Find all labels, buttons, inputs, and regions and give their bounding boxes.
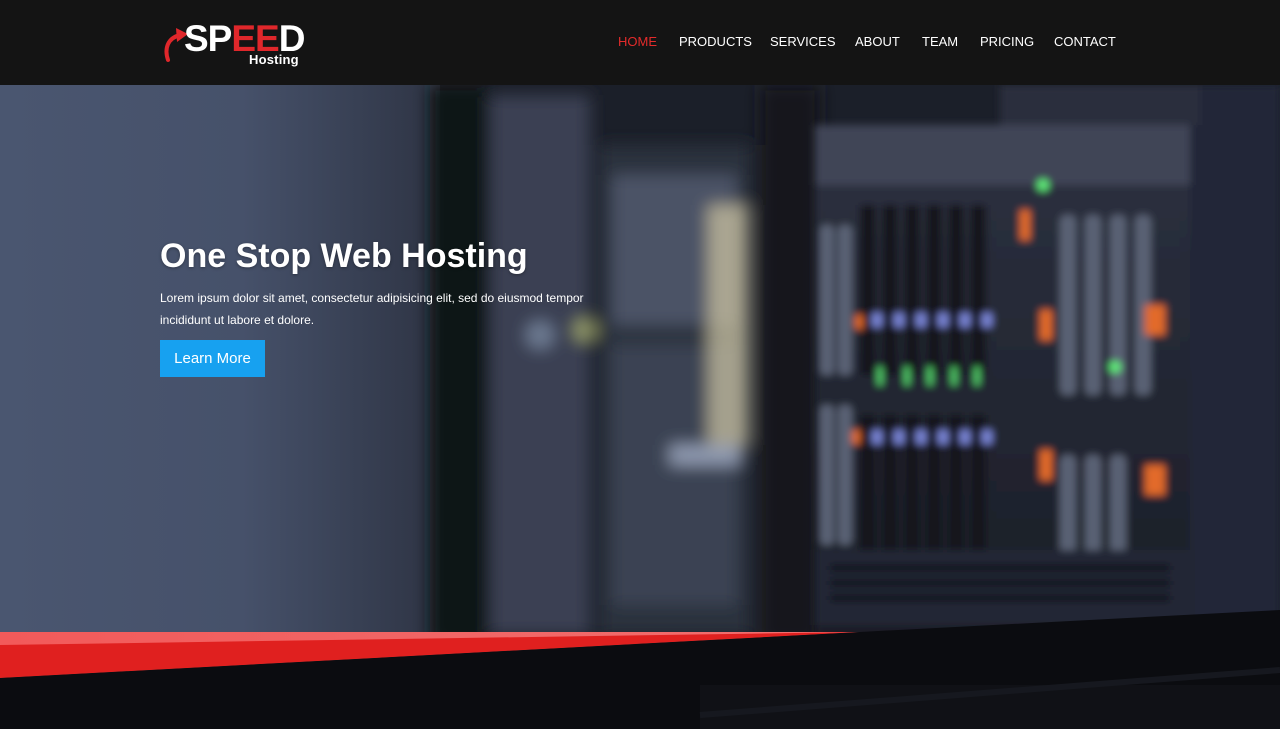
nav-item-services[interactable]: SERVICES	[770, 33, 836, 51]
hero-title: One Stop Web Hosting	[160, 237, 528, 275]
hero-section: One Stop Web Hosting Lorem ipsum dolor s…	[0, 85, 1280, 729]
nav-item-team[interactable]: TEAM	[922, 33, 958, 51]
main-nav: HOME PRODUCTS SERVICES ABOUT TEAM PRICIN…	[0, 33, 1280, 51]
learn-more-button[interactable]: Learn More	[160, 340, 265, 377]
hero-description: Lorem ipsum dolor sit amet, consectetur …	[160, 291, 584, 327]
hero-content: One Stop Web Hosting Lorem ipsum dolor s…	[160, 235, 640, 377]
nav-item-about[interactable]: ABOUT	[855, 33, 900, 51]
nav-item-home[interactable]: HOME	[618, 33, 657, 51]
site-header: SPEED Hosting HOME PRODUCTS SERVICES ABO…	[0, 0, 1280, 85]
brand-tagline: Hosting	[249, 52, 299, 67]
nav-item-contact[interactable]: CONTACT	[1054, 33, 1116, 51]
nav-item-pricing[interactable]: PRICING	[980, 33, 1034, 51]
nav-item-products[interactable]: PRODUCTS	[679, 33, 752, 51]
server-rack-photo	[0, 85, 1280, 729]
